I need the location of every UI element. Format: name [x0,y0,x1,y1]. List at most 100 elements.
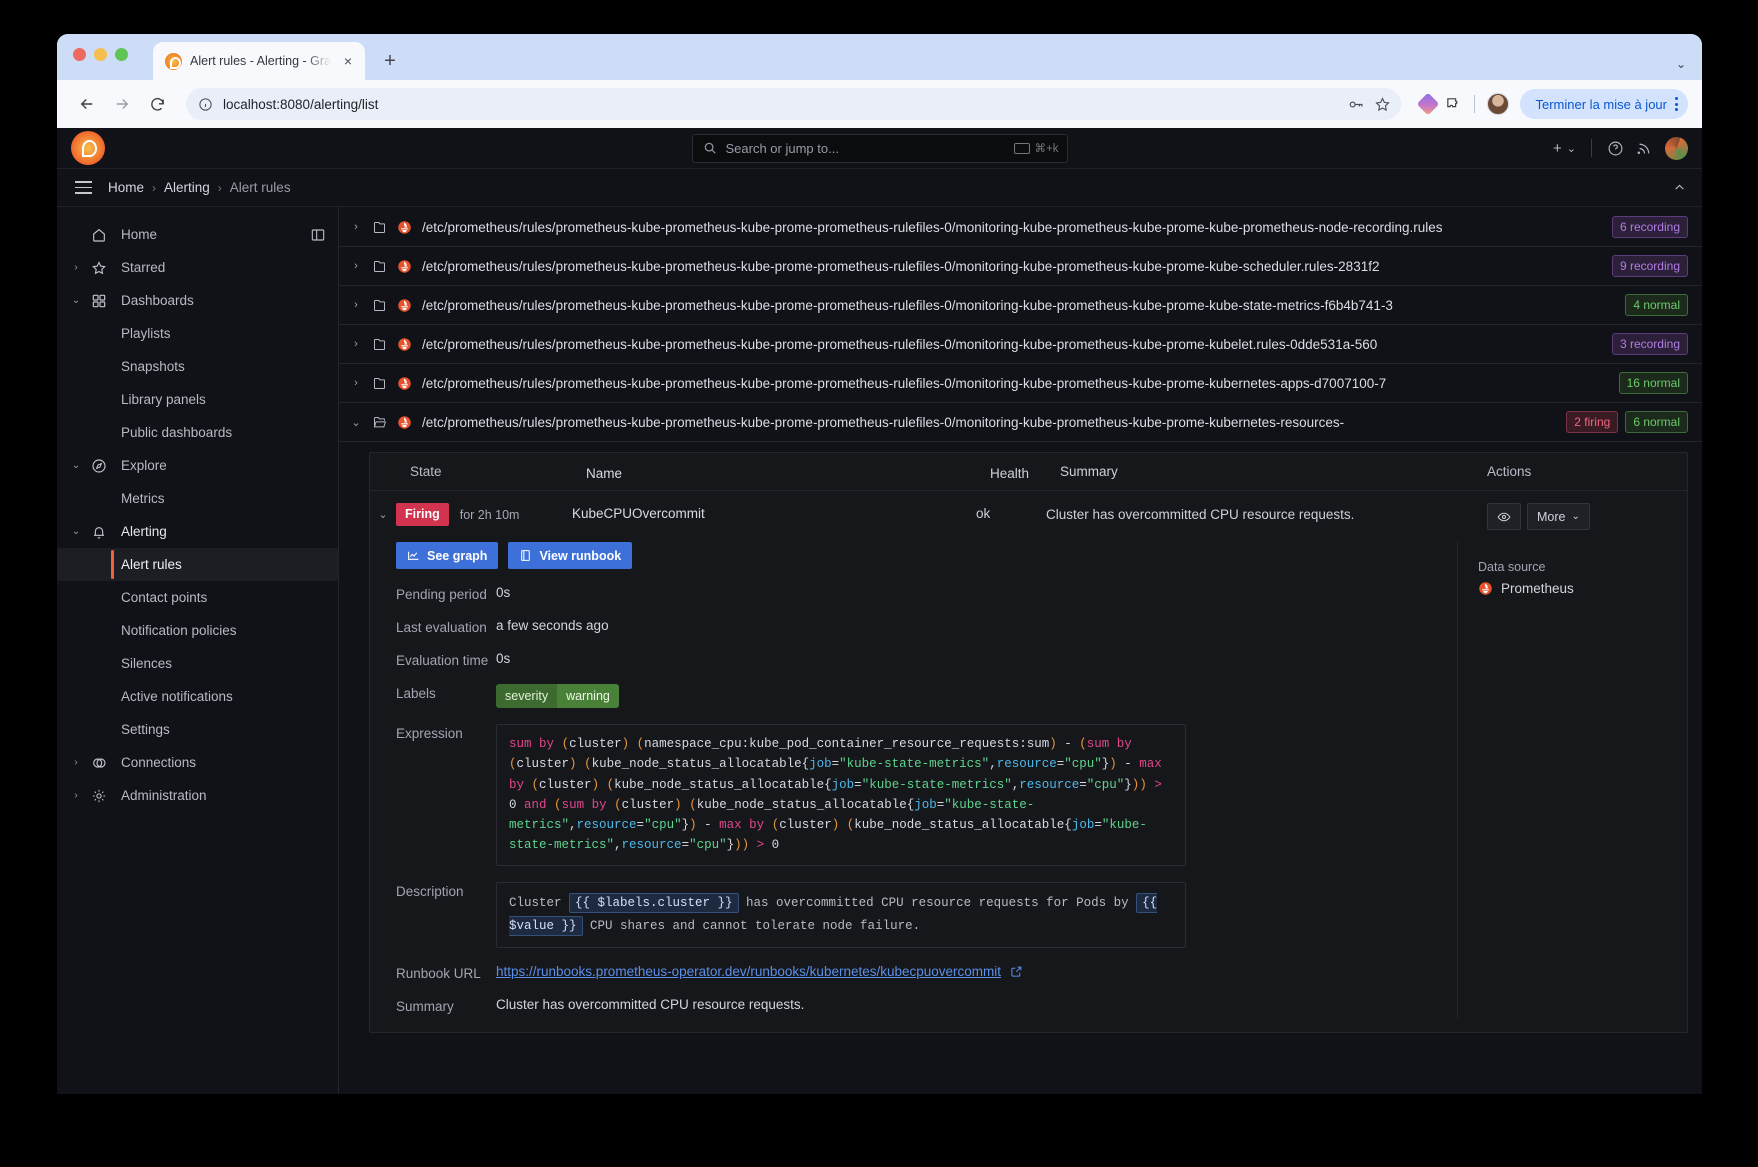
address-bar[interactable]: localhost:8080/alerting/list [186,88,1401,120]
chevron-down-icon[interactable]: ⌄ [65,295,87,306]
rule-group-badges: 16 normal [1619,372,1688,394]
chevron-down-icon[interactable]: ⌄ [65,526,87,537]
description-text: Cluster {{ $labels.cluster }} has overco… [496,882,1186,948]
sidebar-item-alert-rules[interactable]: Alert rules [57,548,338,581]
breadcrumb-bar: Home › Alerting › Alert rules [57,169,1702,207]
sidebar-item-playlists[interactable]: Playlists [57,317,338,350]
browser-tab[interactable]: Alert rules - Alerting - Grafana × [153,42,365,80]
field-label: Expression [396,724,496,866]
sidebar-item-public-dashboards[interactable]: Public dashboards [57,416,338,449]
see-graph-button[interactable]: See graph [396,542,498,569]
create-new-button[interactable]: + ⌄ [1553,140,1576,157]
sidebar-item-settings[interactable]: Settings [57,713,338,746]
column-header-state: State [410,464,586,479]
close-tab-icon[interactable]: × [339,52,357,70]
view-runbook-button[interactable]: View runbook [508,542,632,569]
sidebar-item-explore[interactable]: ⌄Explore [57,449,338,482]
profile-avatar[interactable] [1487,93,1509,115]
runbook-url-link[interactable]: https://runbooks.prometheus-operator.dev… [496,964,1001,979]
extension-diamond-icon[interactable] [1416,93,1439,116]
see-graph-label: See graph [427,549,487,563]
sidebar-item-dashboards[interactable]: ⌄Dashboards [57,284,338,317]
chevron-right-icon[interactable]: › [65,757,87,768]
status-badge: 3 recording [1612,333,1688,355]
rule-detail-main: See graph View runbook [370,542,1457,1018]
user-avatar[interactable] [1665,137,1688,160]
more-button[interactable]: More ⌄ [1527,503,1590,530]
column-header-summary: Summary [1060,460,1487,482]
maximize-window-button[interactable] [115,48,128,61]
update-chrome-button[interactable]: Terminer la mise à jour [1520,89,1689,119]
address-bar-url: localhost:8080/alerting/list [223,97,1337,112]
sidebar-item-home[interactable]: Home [57,218,338,251]
folder-icon [372,376,388,391]
dock-menu-icon[interactable] [310,227,326,243]
graph-icon [407,549,420,562]
reload-button[interactable] [141,88,173,120]
rule-group-list: › /etc/prometheus/rules/prometheus-kube-p… [339,208,1702,442]
rule-group-row[interactable]: ⌄ /etc/prometheus/rules/prometheus-kube-p… [339,403,1702,442]
sidebar-item-alerting[interactable]: ⌄Alerting [57,515,338,548]
field-value: a few seconds ago [496,618,1457,635]
info-circle-icon[interactable] [198,97,213,112]
chevron-right-icon[interactable]: › [65,262,87,273]
extensions-puzzle-icon[interactable] [1445,96,1462,113]
bookmark-star-icon[interactable] [1374,96,1391,113]
new-tab-button[interactable]: + [375,46,405,76]
rule-group-row[interactable]: ›/etc/prometheus/rules/prometheus-kube-p… [339,325,1702,364]
folder-icon [372,259,388,274]
rule-group-name: /etc/prometheus/rules/prometheus-kube-pr… [422,415,1557,430]
breadcrumb-home[interactable]: Home [108,180,144,195]
rule-group-row[interactable]: ›/etc/prometheus/rules/prometheus-kube-p… [339,286,1702,325]
sidebar-item-administration[interactable]: ›Administration [57,779,338,812]
breadcrumb-alerting[interactable]: Alerting [164,180,210,195]
external-link-icon[interactable] [1010,964,1023,979]
rule-group-row[interactable]: ›/etc/prometheus/rules/prometheus-kube-p… [339,247,1702,286]
forward-button[interactable] [106,88,138,120]
chevron-right-icon[interactable]: › [349,377,363,389]
sidebar-item-metrics[interactable]: Metrics [57,482,338,515]
sidebar-item-contact-points[interactable]: Contact points [57,581,338,614]
rule-name[interactable]: KubeCPUOvercommit [572,503,976,521]
back-button[interactable] [71,88,103,120]
sidebar-item-library-panels[interactable]: Library panels [57,383,338,416]
rule-group-row[interactable]: ›/etc/prometheus/rules/prometheus-kube-p… [339,364,1702,403]
sidebar-item-silences[interactable]: Silences [57,647,338,680]
sidebar-item-connections[interactable]: ›Connections [57,746,338,779]
chevron-right-icon[interactable]: › [349,299,363,311]
tab-list-chevron-icon[interactable]: ⌄ [1676,57,1686,71]
chevron-down-icon[interactable]: ⌄ [349,416,363,429]
minimize-window-button[interactable] [94,48,107,61]
menu-toggle-icon[interactable] [75,181,92,193]
chevron-down-icon: ⌄ [1567,142,1576,155]
sidebar-item-starred[interactable]: ›Starred [57,251,338,284]
gear-icon [87,788,111,804]
chevron-down-icon[interactable]: ⌄ [65,460,87,471]
grafana-logo-icon[interactable] [71,131,105,165]
news-rss-icon[interactable] [1636,140,1653,157]
password-key-icon[interactable] [1347,96,1364,113]
expand-rule-chevron-icon[interactable]: ⌄ [370,503,396,521]
prometheus-icon [397,415,413,430]
status-badge: 6 normal [1625,411,1688,433]
chevron-down-icon: ⌄ [1571,511,1579,522]
close-window-button[interactable] [73,48,86,61]
search-input[interactable]: Search or jump to... ⌘+k [692,134,1068,163]
chevron-right-icon[interactable]: › [349,338,363,350]
chevron-right-icon[interactable]: › [65,790,87,801]
chevron-right-icon[interactable]: › [349,221,363,233]
sidebar-item-active-notifications[interactable]: Active notifications [57,680,338,713]
rule-group-row[interactable]: ›/etc/prometheus/rules/prometheus-kube-p… [339,208,1702,247]
sidebar-item-notification-policies[interactable]: Notification policies [57,614,338,647]
book-icon [519,549,532,562]
breadcrumb-separator: › [218,181,222,195]
sidebar-item-snapshots[interactable]: Snapshots [57,350,338,383]
sidebar-item-label: Settings [121,722,170,737]
datasource-name: Prometheus [1501,581,1574,596]
chrome-menu-icon[interactable] [1675,97,1678,111]
table-row: ⌄ Firing for 2h 10m KubeCPUOvercommit ok… [370,491,1687,542]
help-icon[interactable] [1607,140,1624,157]
chevron-right-icon[interactable]: › [349,260,363,272]
collapse-chevron-icon[interactable] [1673,181,1686,194]
view-rule-button[interactable] [1487,503,1521,530]
